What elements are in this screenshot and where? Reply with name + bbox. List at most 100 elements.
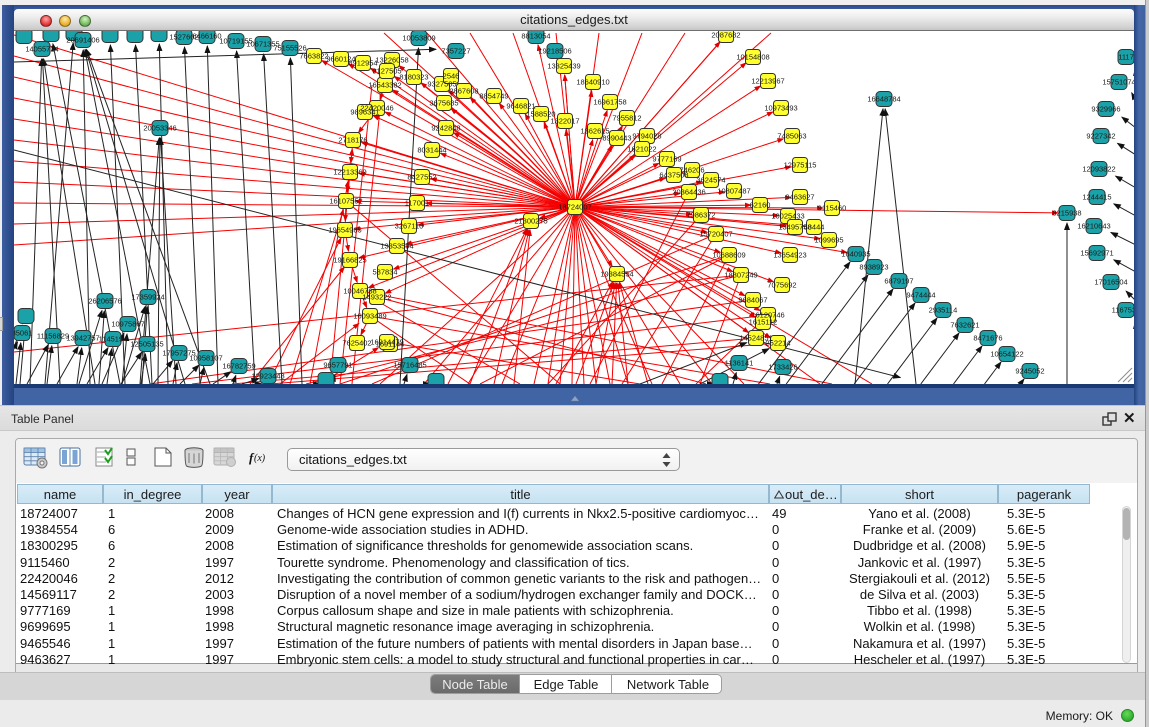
svg-text:12975115: 12975115 [784,161,817,170]
svg-text:19218506: 19218506 [538,47,571,56]
svg-text:9245052: 9245052 [1015,367,1044,376]
svg-text:8938923: 8938923 [859,263,888,272]
svg-text:16107552: 16107552 [329,197,362,206]
svg-text:7357227: 7357227 [441,47,470,56]
svg-text:20364436: 20364436 [672,188,705,197]
svg-text:9242848: 9242848 [431,124,460,133]
svg-text:9777169: 9777169 [652,155,681,164]
svg-text:16961758: 16961758 [593,98,626,107]
svg-text:16543382: 16543382 [368,81,401,90]
svg-text:48444: 48444 [804,223,825,232]
svg-text:21300275: 21300275 [514,217,547,226]
svg-text:1244415: 1244415 [1082,193,1111,202]
svg-text:3624574: 3624574 [696,176,725,185]
svg-text:18807249: 18807249 [724,271,757,280]
svg-text:3267110: 3267110 [395,222,424,231]
svg-text:19384554: 19384554 [600,270,633,279]
svg-text:8854749: 8854749 [479,92,508,101]
svg-text:85061: 85061 [14,329,32,338]
svg-text:1640935: 1640935 [841,250,870,259]
svg-text:16093489: 16093489 [353,312,386,321]
svg-text:10973493: 10973493 [764,104,797,113]
svg-text:1615112: 1615112 [749,318,778,327]
svg-text:62160: 62160 [750,201,771,210]
svg-text:1145194: 1145194 [99,335,128,344]
svg-text:9684067: 9684067 [738,296,767,305]
svg-text:7625402: 7625402 [342,339,371,348]
svg-text:9227342: 9227342 [1086,132,1115,141]
svg-text:11156829: 11156829 [37,332,69,341]
svg-text:7485063: 7485063 [777,132,806,141]
svg-text:2087682: 2087682 [711,31,740,40]
svg-text:9127505: 9127505 [372,67,401,76]
svg-text:7955812: 7955812 [612,114,641,123]
svg-text:8031444: 8031444 [417,146,446,155]
svg-text:10958107: 10958107 [189,354,222,363]
svg-text:9463627: 9463627 [785,193,814,202]
svg-text:2546: 2546 [443,72,460,81]
svg-text:10807487: 10807487 [717,187,750,196]
svg-text:2935114: 2935114 [929,306,958,315]
svg-text:17016504: 17016504 [1094,278,1127,287]
svg-text:1099695: 1099695 [814,236,843,245]
svg-text:587834: 587834 [372,268,397,277]
svg-text:117001: 117001 [405,199,429,208]
svg-text:13942757: 13942757 [66,334,99,343]
svg-text:15716485: 15716485 [393,361,426,370]
svg-text:9329966: 9329966 [1091,105,1120,114]
svg-text:14055724: 14055724 [25,45,58,54]
svg-text:12923448: 12923448 [251,372,284,381]
svg-text:19166825: 19166825 [333,256,366,265]
svg-text:10654122: 10654122 [990,350,1023,359]
svg-text:12505135: 12505135 [130,340,163,349]
svg-text:12213967: 12213967 [751,77,784,86]
svg-text:17359924: 17359924 [131,293,164,302]
svg-text:2718176: 2718176 [338,136,367,145]
svg-text:10154808: 10154808 [736,53,769,62]
svg-text:15720407: 15720407 [699,230,732,239]
svg-text:(x): (x) [254,453,266,464]
svg-text:9115460: 9115460 [818,204,847,213]
svg-text:10688609: 10688609 [712,251,745,260]
svg-text:12093822: 12093822 [1082,165,1115,174]
svg-text:9896341: 9896341 [350,108,379,117]
svg-text:8471676: 8471676 [973,334,1002,343]
svg-text:8215938: 8215938 [1052,209,1081,218]
svg-text:16648784: 16648784 [867,95,900,104]
svg-text:7986372: 7986372 [686,211,715,220]
svg-text:18640910: 18640910 [576,78,609,87]
svg-text:1117: 1117 [1118,53,1134,62]
svg-text:1733426: 1733426 [768,363,797,372]
svg-text:10053809: 10053809 [402,34,435,43]
svg-text:2867608: 2867608 [449,87,478,96]
svg-text:10025433: 10025433 [771,212,804,221]
svg-text:16914479: 16914479 [370,338,403,347]
svg-text:26206576: 26206576 [88,297,121,306]
svg-text:19654985: 19654985 [328,226,361,235]
svg-text:15751074: 15751074 [1102,78,1134,87]
svg-text:3675685: 3675685 [429,99,458,108]
svg-text:9474444: 9474444 [906,291,935,300]
svg-text:8813054: 8813054 [521,32,550,41]
svg-text:1167534: 1167534 [1112,306,1134,315]
svg-text:8990443: 8990443 [602,134,631,143]
svg-text:20691406: 20691406 [66,36,99,45]
svg-text:1493222: 1493222 [362,293,391,302]
svg-text:8427552: 8427552 [407,173,436,182]
svg-text:13654923: 13654923 [773,251,806,260]
svg-text:7075692: 7075692 [767,281,796,290]
svg-text:13325439: 13325439 [547,62,580,71]
svg-text:18724007: 18724007 [558,203,591,212]
svg-text:12213369: 12213369 [333,168,366,177]
svg-text:8180323: 8180323 [399,73,428,82]
svg-text:10975867: 10975867 [111,320,144,329]
svg-text:7663822: 7663822 [299,52,328,61]
svg-text:7632621: 7632621 [950,321,979,330]
svg-text:6879197: 6879197 [884,277,913,286]
svg-text:252214: 252214 [765,339,790,348]
svg-text:13226058: 13226058 [375,56,408,65]
svg-text:15692971: 15692971 [1080,249,1113,258]
svg-text:1136141: 1136141 [725,359,754,368]
svg-text:9657791: 9657791 [323,361,352,370]
svg-text:13353594: 13353594 [380,242,413,251]
